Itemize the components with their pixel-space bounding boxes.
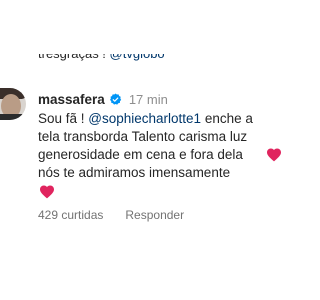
comment-text: Sou fã ! @sophiecharlotte1 enche a tela … <box>38 110 270 182</box>
comment-mention[interactable]: @sophiecharlotte1 <box>88 111 201 126</box>
comment-text-prefix: Sou fã ! <box>38 111 89 126</box>
comment-text-line3: generosidade em cena e fora dela <box>38 147 243 162</box>
previous-comment-body: tresgraças ! <box>38 46 110 61</box>
red-heart-icon <box>267 148 281 162</box>
red-heart-icon <box>40 185 54 199</box>
previous-comment-text: tresgraças ! @tvglobo <box>38 46 165 61</box>
reply-button[interactable]: Responder <box>125 208 184 222</box>
comment-actions: 429 curtidas Responder <box>38 208 184 222</box>
avatar[interactable] <box>0 88 26 120</box>
previous-comment-mention[interactable]: @tvglobo <box>110 54 165 61</box>
comment-text-line2: tela transborda Talento carisma luz <box>38 129 248 144</box>
comment-header: massafera 17 min <box>38 91 168 107</box>
comment-text-line1-rest: enche a <box>201 111 253 126</box>
comment-screenshot: tresgraças ! @tvglobo massafera 17 min S… <box>0 0 300 300</box>
likes-count[interactable]: 429 curtidas <box>38 208 103 222</box>
username[interactable]: massafera <box>38 92 105 107</box>
verified-badge-icon <box>109 92 121 105</box>
comment-text-line4: nós te admiramos imensamente <box>38 165 231 180</box>
comment-timestamp: 17 min <box>128 91 168 107</box>
